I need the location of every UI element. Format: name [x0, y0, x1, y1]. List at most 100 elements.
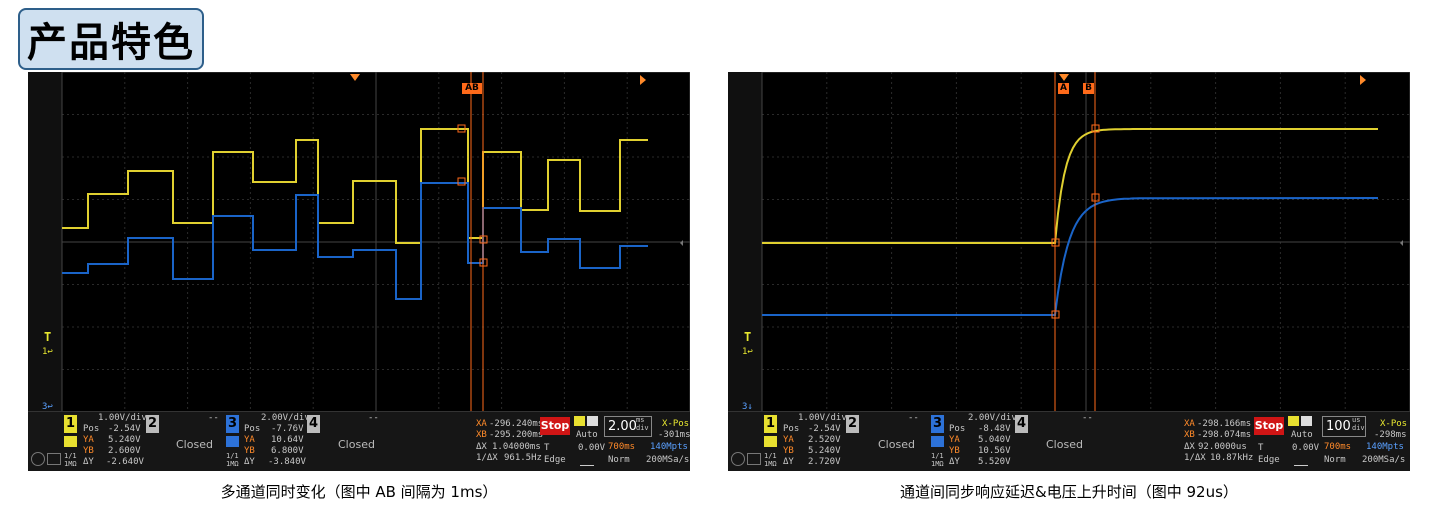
- ch3-waveform: [762, 197, 1379, 316]
- ch1-dy: -2.640V: [106, 457, 144, 467]
- trigger-t-label: T: [544, 443, 550, 453]
- ch4-badge[interactable]: 4: [307, 415, 320, 433]
- xpos-label: X-Pos: [662, 419, 690, 429]
- memory-time: 700ms: [1324, 442, 1352, 452]
- sample-rate: 200MSa/s: [646, 455, 690, 465]
- ch2-state: Closed: [176, 438, 213, 451]
- ch2-badge[interactable]: 2: [146, 415, 159, 433]
- timebase-unit-top: ms: [636, 416, 645, 424]
- trigger-type: Edge: [544, 455, 566, 465]
- oscilloscope-screen-right: T 1↩ 3↓ A B 1 1/1 1MΩ 1.00V/div Pos -2.5…: [728, 72, 1410, 471]
- ch1-badge[interactable]: 1: [764, 415, 777, 433]
- dx-value: 92.0000us: [1198, 442, 1247, 452]
- timebase-unit-bottom: div: [1352, 424, 1365, 432]
- ch3-ya: 5.040V: [978, 435, 1011, 445]
- ch1-dy-label: ΔY: [83, 457, 94, 467]
- ch1-impedance: 1/1 1MΩ: [64, 452, 77, 468]
- ch1-scale: 1.00V/div: [798, 413, 847, 423]
- ch1-pos: -2.54V: [108, 424, 141, 434]
- ch1-coupling-icon: [64, 436, 77, 447]
- ch3-waveform: [62, 182, 648, 300]
- dx-label: ΔX: [476, 442, 487, 452]
- timebase-value: 2.00: [608, 419, 637, 434]
- idx-value: 10.87kHz: [1210, 453, 1254, 463]
- idx-value: 961.5Hz: [504, 453, 542, 463]
- ch2-dash: --: [908, 413, 919, 423]
- menu-icon[interactable]: [731, 452, 745, 466]
- xb-label: XB: [1184, 430, 1195, 440]
- scroll-arrow: [1400, 240, 1403, 246]
- ch1-yb: 5.240V: [808, 446, 841, 456]
- ch3-coupling-icon: [931, 436, 944, 447]
- ch4-state: Closed: [1046, 438, 1083, 451]
- ch3-scale: 2.00V/div: [261, 413, 310, 423]
- xa-value: -298.166ms: [1197, 419, 1252, 429]
- trigger-mode: Auto: [1291, 430, 1313, 440]
- dx-label: ΔX: [1184, 442, 1195, 452]
- ch3-pos: -7.76V: [271, 424, 304, 434]
- trigger-level: 0.00V: [1292, 443, 1320, 453]
- ch3-badge[interactable]: 3: [931, 415, 944, 433]
- ch1-ya: 2.520V: [808, 435, 841, 445]
- ch1-badge[interactable]: 1: [64, 415, 77, 433]
- xpos-value: -298ms: [1374, 430, 1407, 440]
- trigger-level-marker: T: [44, 330, 52, 344]
- trigger-channel-marker: 1↩: [42, 347, 53, 357]
- run-stop-button[interactable]: Stop: [1254, 417, 1284, 435]
- ch4-badge[interactable]: 4: [1015, 415, 1028, 433]
- ch1-yb-label: YB: [83, 446, 94, 456]
- window-icon[interactable]: [747, 453, 761, 465]
- ch3-pos-label: Pos: [244, 424, 261, 434]
- cursor-a-tag[interactable]: A: [1058, 83, 1069, 94]
- ch2-badge[interactable]: 2: [846, 415, 859, 433]
- run-stop-button[interactable]: Stop: [540, 417, 570, 435]
- timebase-unit-top: us: [1352, 416, 1361, 424]
- caption-left: 多通道同时变化（图中 AB 间隔为 1ms）: [220, 483, 498, 501]
- cursor-ab-tag[interactable]: AB: [462, 83, 482, 94]
- trigger-mode: Auto: [576, 430, 598, 440]
- ch3-coupling-icon: [226, 436, 239, 447]
- ch3-badge[interactable]: 3: [226, 415, 239, 433]
- ch3-ya-label: YA: [244, 435, 255, 445]
- memory-depth: 140Mpts: [650, 442, 688, 452]
- acquire-mode: Norm: [1324, 455, 1346, 465]
- trigger-t-label: T: [1258, 443, 1264, 453]
- ch3-yb: 6.800V: [271, 446, 304, 456]
- ch1-ya-label: YA: [783, 435, 794, 445]
- status-bar: 1 1/1 1MΩ 1.00V/div Pos -2.54V YA 2.520V…: [728, 411, 1410, 471]
- ch3-ya-label: YA: [949, 435, 960, 445]
- trigger-level: 0.00V: [578, 443, 606, 453]
- trigger-menu-icon[interactable]: [1301, 416, 1312, 426]
- ch3-pos: -8.48V: [978, 424, 1011, 434]
- trigger-type: Edge: [1258, 455, 1280, 465]
- ch3-impedance: 1/1 1MΩ: [226, 452, 239, 468]
- menu-icon[interactable]: [31, 452, 45, 466]
- window-icon[interactable]: [47, 453, 61, 465]
- ch1-waveform: [762, 128, 1378, 244]
- waveform-area: [761, 72, 1410, 412]
- trigger-position-marker: [1059, 74, 1069, 81]
- trigger-source-badge[interactable]: [574, 416, 585, 426]
- trigger-channel-marker: 1↩: [742, 347, 753, 357]
- acquire-mode: Norm: [608, 455, 630, 465]
- timebase-unit-bottom: div: [636, 424, 649, 432]
- xpos-value: -301ms: [658, 430, 690, 440]
- trigger-source-badge[interactable]: [1288, 416, 1299, 426]
- xb-value: -298.074ms: [1197, 430, 1252, 440]
- cursor-b-tag[interactable]: B: [1083, 83, 1094, 94]
- timebase-value: 100: [1326, 419, 1351, 434]
- ch3-dy-label: ΔY: [949, 457, 960, 467]
- idx-label: 1/ΔX: [1184, 453, 1206, 463]
- trigger-menu-icon[interactable]: [587, 416, 598, 426]
- xb-label: XB: [476, 430, 487, 440]
- ch1-pos-label: Pos: [83, 424, 100, 434]
- ch3-yb: 10.56V: [978, 446, 1011, 456]
- memory-depth: 140Mpts: [1366, 442, 1404, 452]
- xa-value: -296.240ms: [489, 419, 544, 429]
- page-title: 产品特色: [18, 8, 204, 70]
- ch4-state: Closed: [338, 438, 375, 451]
- ch1-impedance: 1/1 1MΩ: [764, 452, 777, 468]
- idx-label: 1/ΔX: [476, 453, 498, 463]
- caption-right: 通道间同步响应延迟&电压上升时间（图中 92us）: [900, 483, 1238, 501]
- cursor-right-arrow: [1360, 75, 1366, 85]
